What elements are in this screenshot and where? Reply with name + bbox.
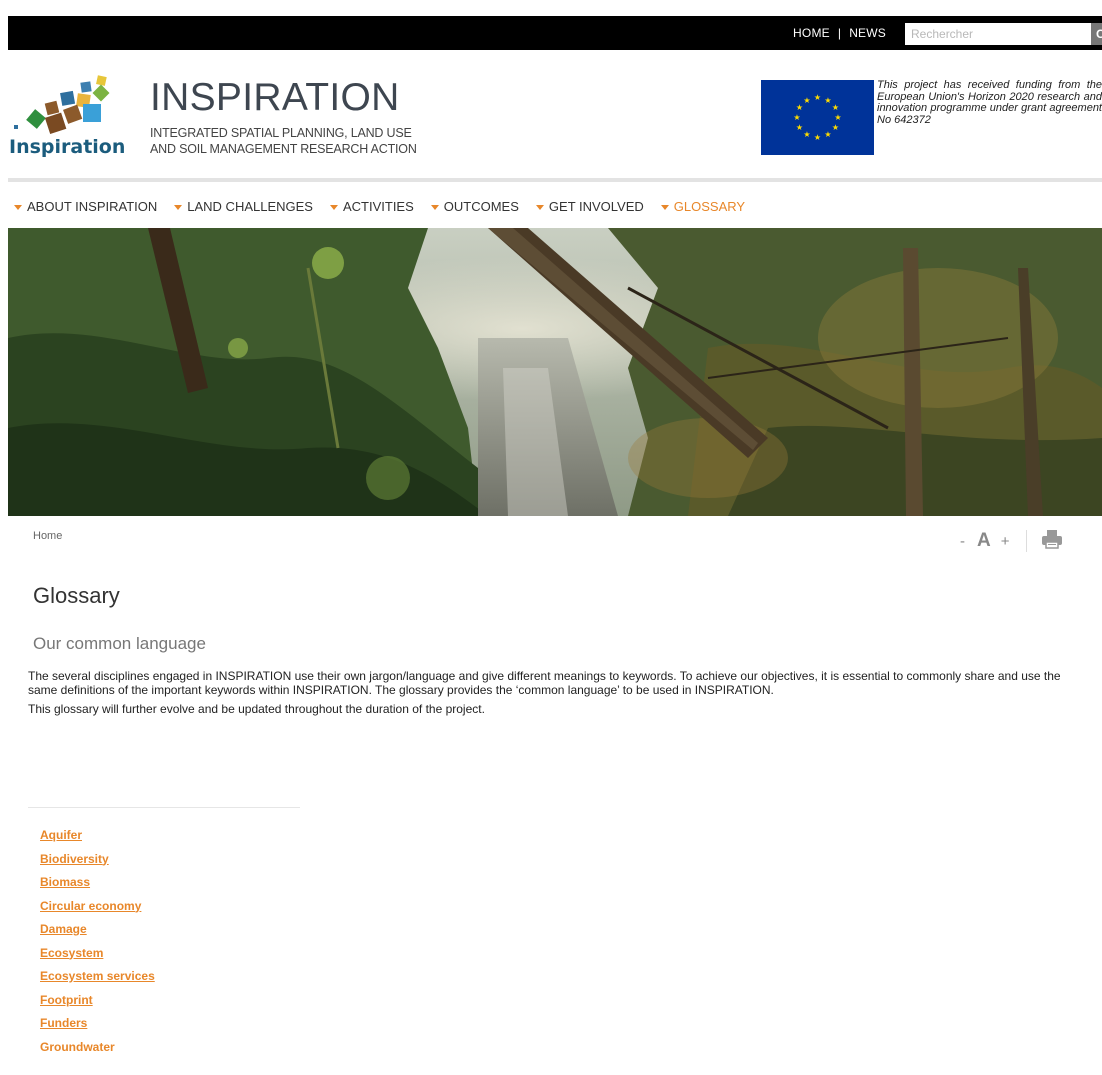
top-links: HOME | NEWS <box>793 16 886 50</box>
caret-down-icon <box>535 204 544 210</box>
tools-separator <box>1025 530 1027 552</box>
header-divider <box>8 178 1102 182</box>
caret-down-icon <box>660 204 669 210</box>
svg-text:★: ★ <box>796 123 803 132</box>
list-item: Biodiversity <box>40 850 155 874</box>
nav-activities[interactable]: ACTIVITIES <box>329 199 414 214</box>
svg-text:★: ★ <box>803 130 810 139</box>
breadcrumb: Home <box>33 530 62 542</box>
svg-text:★: ★ <box>832 123 839 132</box>
svg-text:★: ★ <box>824 96 831 105</box>
nav-outcomes[interactable]: OUTCOMES <box>430 199 519 214</box>
list-item: Funders <box>40 1014 155 1038</box>
site-title[interactable]: INSPIRATION <box>150 76 400 120</box>
printer-icon[interactable] <box>1041 529 1063 554</box>
text-tools: - A + <box>960 528 1063 554</box>
nav-label: GET INVOLVED <box>548 199 644 214</box>
main-nav: ABOUT INSPIRATION LAND CHALLENGES ACTIVI… <box>14 199 762 214</box>
news-link[interactable]: NEWS <box>849 26 886 40</box>
svg-text:★: ★ <box>814 133 821 142</box>
glossary-link-biomass[interactable]: Biomass <box>40 875 90 889</box>
glossary-link-footprint[interactable]: Footprint <box>40 993 93 1007</box>
nav-label: ABOUT INSPIRATION <box>27 199 158 214</box>
intro-text: The several disciplines engaged in INSPI… <box>28 669 1090 723</box>
nav-label: ACTIVITIES <box>342 199 414 214</box>
glossary-link-ecosystem[interactable]: Ecosystem <box>40 946 103 960</box>
svg-text:★: ★ <box>793 113 800 122</box>
glossary-link-ecosystem-services[interactable]: Ecosystem services <box>40 969 155 983</box>
list-item: Circular economy <box>40 897 155 921</box>
list-item: Groundwater <box>40 1038 155 1062</box>
list-item: Biomass <box>40 873 155 897</box>
home-link[interactable]: HOME <box>793 26 830 40</box>
caret-down-icon <box>430 204 439 210</box>
site-subtitle: INTEGRATED SPATIAL PLANNING, LAND USE AN… <box>150 125 417 157</box>
glossary-link-aquifer[interactable]: Aquifer <box>40 828 82 842</box>
glossary-link-biodiversity[interactable]: Biodiversity <box>40 852 109 866</box>
svg-text:★: ★ <box>824 130 831 139</box>
svg-text:★: ★ <box>832 103 839 112</box>
eu-funding-text: This project has received funding from t… <box>877 80 1102 126</box>
nav-land-challenges[interactable]: LAND CHALLENGES <box>174 199 313 214</box>
nav-glossary[interactable]: GLOSSARY <box>660 199 746 214</box>
hero-image <box>8 228 1102 516</box>
breadcrumb-home[interactable]: Home <box>33 530 62 542</box>
eu-stars-icon: ★ ★ ★ ★ ★ ★ ★ ★ ★ ★ ★ ★ <box>793 93 841 142</box>
page-title: Glossary <box>33 583 120 608</box>
list-item: Aquifer <box>40 826 155 850</box>
glossary-link-groundwater[interactable]: Groundwater <box>40 1040 115 1054</box>
list-item: Footprint <box>40 991 155 1015</box>
intro-paragraph-1: The several disciplines engaged in INSPI… <box>28 669 1061 697</box>
forest-stream-image <box>8 228 1102 516</box>
glossary-link-damage[interactable]: Damage <box>40 922 87 936</box>
caret-down-icon <box>14 204 22 210</box>
caret-down-icon <box>329 204 338 210</box>
caret-down-icon <box>174 204 183 210</box>
svg-text:★: ★ <box>803 96 810 105</box>
site-subtitle-line2: AND SOIL MANAGEMENT RESEARCH ACTION <box>150 142 417 156</box>
top-bar: HOME | NEWS OK <box>8 16 1102 50</box>
glossary-link-circular-economy[interactable]: Circular economy <box>40 899 141 913</box>
top-links-separator: | <box>837 26 842 40</box>
nav-get-involved[interactable]: GET INVOLVED <box>535 199 644 214</box>
svg-text:★: ★ <box>796 103 803 112</box>
svg-text:★: ★ <box>834 113 841 122</box>
list-item: Ecosystem services <box>40 967 155 991</box>
font-size-icon[interactable]: A <box>977 530 991 552</box>
list-item: Ecosystem <box>40 944 155 968</box>
search-input[interactable] <box>905 23 1091 45</box>
decrease-font-button[interactable]: - <box>960 533 965 550</box>
printer-icon-graphic <box>1041 529 1062 549</box>
svg-text:★: ★ <box>814 93 821 102</box>
glossary-list: Aquifer Biodiversity Biomass Circular ec… <box>40 826 155 1061</box>
nav-about-inspiration[interactable]: ABOUT INSPIRATION <box>14 199 157 214</box>
page-subtitle: Our common language <box>33 634 206 653</box>
nav-label: LAND CHALLENGES <box>187 199 313 214</box>
intro-paragraph-2: This glossary will further evolve and be… <box>28 702 485 716</box>
list-divider <box>28 807 300 808</box>
site-subtitle-line1: INTEGRATED SPATIAL PLANNING, LAND USE <box>150 126 412 140</box>
increase-font-button[interactable]: + <box>1001 533 1010 550</box>
logo-wordmark: Inspiration <box>9 136 126 158</box>
eu-flag: ★ ★ ★ ★ ★ ★ ★ ★ ★ ★ ★ ★ <box>761 80 874 155</box>
nav-label: GLOSSARY <box>673 199 746 214</box>
search-button[interactable]: OK <box>1091 23 1102 45</box>
nav-label: OUTCOMES <box>443 199 519 214</box>
glossary-link-funders[interactable]: Funders <box>40 1016 87 1030</box>
list-item: Damage <box>40 920 155 944</box>
